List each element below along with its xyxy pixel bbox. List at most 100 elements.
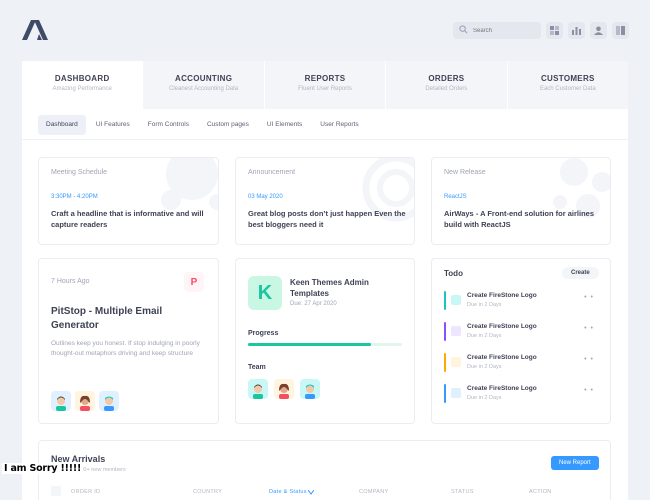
- tab-sublabel: Cleanest Accounting Data: [169, 86, 239, 92]
- tab-sublabel: Detailed Orders: [425, 86, 468, 92]
- chart-button[interactable]: [568, 22, 585, 39]
- team-avatar[interactable]: [248, 379, 268, 399]
- card-time: 7 Hours Ago: [51, 278, 90, 285]
- tab-label: DASHBOARD: [54, 74, 110, 83]
- layout-icon: [616, 26, 625, 35]
- person-icon: [56, 396, 66, 411]
- todo-color-bar: [444, 353, 446, 372]
- column-order-id[interactable]: ORDER ID: [71, 489, 100, 495]
- todo-item-due: Due in 2 Days: [467, 302, 502, 308]
- pitstop-logo: P: [184, 272, 204, 292]
- tab-orders[interactable]: ORDERS Detailed Orders: [386, 61, 508, 109]
- progress-label: Progress: [248, 330, 279, 337]
- team-avatar[interactable]: [274, 379, 294, 399]
- person-icon: [80, 395, 90, 411]
- subnav-dashboard[interactable]: Dashboard: [38, 115, 86, 135]
- tab-sublabel: Amazing Performance: [52, 86, 112, 92]
- todo-item-title: Create FireStone Logo: [467, 385, 537, 392]
- todo-item-due: Due in 2 Days: [467, 395, 502, 401]
- avatar[interactable]: [51, 391, 71, 411]
- grid-button[interactable]: [546, 22, 563, 39]
- project-card[interactable]: K Keen Themes Admin Templates Due: 27 Ap…: [235, 258, 415, 424]
- project-logo-letter: K: [257, 281, 273, 304]
- card-time: 3:30PM - 4:20PM: [51, 194, 98, 200]
- person-icon: [279, 383, 289, 399]
- subnav-custom-pages[interactable]: Custom pages: [199, 115, 257, 135]
- person-icon: [104, 396, 114, 411]
- layout-button[interactable]: [612, 22, 629, 39]
- card-headline[interactable]: Great blog posts don’t just happen Even …: [248, 208, 408, 230]
- new-report-button[interactable]: New Report: [551, 456, 599, 470]
- todo-checkbox[interactable]: [451, 295, 461, 305]
- todo-item[interactable]: Create FireStone Logo Due in 2 Days • •: [444, 321, 598, 345]
- card-date: 03 May 2020: [248, 194, 283, 200]
- column-action[interactable]: ACTION: [529, 489, 552, 495]
- todo-color-bar: [444, 291, 446, 310]
- todo-checkbox[interactable]: [451, 388, 461, 398]
- select-all-checkbox[interactable]: [51, 486, 61, 496]
- project-logo: K: [248, 276, 282, 310]
- todo-checkbox[interactable]: [451, 357, 461, 367]
- pitstop-card[interactable]: 7 Hours Ago P PitStop - Multiple Email G…: [38, 258, 219, 424]
- tab-label: CUSTOMERS: [540, 74, 595, 83]
- more-icon[interactable]: • •: [584, 356, 594, 363]
- todo-item[interactable]: Create FireStone Logo Due in 2 Days • •: [444, 352, 598, 376]
- release-card[interactable]: New Release ReactJS AirWays - A Front-en…: [431, 157, 611, 245]
- tab-label: ACCOUNTING: [175, 74, 233, 83]
- tab-sublabel: Each Customer Data: [539, 86, 596, 92]
- todo-item-due: Due in 2 Days: [467, 333, 502, 339]
- tab-dashboard[interactable]: DASHBOARD Amazing Performance: [22, 61, 144, 109]
- project-title[interactable]: Keen Themes Admin Templates: [290, 277, 405, 299]
- subnav-ui-features[interactable]: UI Features: [88, 115, 138, 135]
- create-todo-button[interactable]: Create: [562, 267, 599, 279]
- top-bar: [0, 0, 650, 60]
- tab-label: ORDERS: [428, 74, 465, 83]
- column-company[interactable]: COMPANY: [359, 489, 389, 495]
- todo-item[interactable]: Create FireStone Logo Due in 2 Days • •: [444, 290, 598, 314]
- pitstop-logo-letter: P: [190, 276, 198, 288]
- chart-icon: [572, 27, 581, 35]
- column-status[interactable]: STATUS: [451, 489, 474, 495]
- more-icon[interactable]: • •: [584, 325, 594, 332]
- sub-navigation: Dashboard UI Features Form Controls Cust…: [38, 115, 369, 135]
- search-input[interactable]: [473, 24, 537, 37]
- tab-customers[interactable]: CUSTOMERS Each Customer Data: [508, 61, 628, 109]
- subnav-ui-elements[interactable]: UI Elements: [259, 115, 310, 135]
- progress-bar: [248, 343, 402, 346]
- card-headline[interactable]: AirWays - A Front-end solution for airli…: [444, 208, 604, 230]
- todo-title: Todo: [444, 269, 463, 278]
- announcement-card[interactable]: Announcement 03 May 2020 Great blog post…: [235, 157, 415, 245]
- column-country[interactable]: COUNTRY: [193, 489, 222, 495]
- user-button[interactable]: [590, 22, 607, 39]
- overlay-caption: I am Sorry !!!!!: [2, 463, 84, 474]
- subnav-form-controls[interactable]: Form Controls: [140, 115, 197, 135]
- search-box[interactable]: [453, 22, 541, 39]
- user-icon: [594, 26, 603, 35]
- meeting-card[interactable]: Meeting Schedule 3:30PM - 4:20PM Craft a…: [38, 157, 219, 245]
- column-date-status[interactable]: Date & Status: [269, 489, 307, 495]
- todo-item[interactable]: Create FireStone Logo Due in 2 Days • •: [444, 383, 598, 407]
- card-label: New Release: [444, 169, 486, 176]
- divider: [22, 139, 628, 140]
- person-icon: [253, 384, 263, 399]
- avatar[interactable]: [99, 391, 119, 411]
- subnav-user-reports[interactable]: User Reports: [312, 115, 366, 135]
- project-due: Due: 27 Apr 2020: [290, 301, 337, 307]
- person-icon: [305, 384, 315, 399]
- todo-item-title: Create FireStone Logo: [467, 354, 537, 361]
- todo-checkbox[interactable]: [451, 326, 461, 336]
- search-icon: [459, 25, 468, 34]
- card-headline[interactable]: Craft a headline that is informative and…: [51, 208, 211, 230]
- todo-item-title: Create FireStone Logo: [467, 292, 537, 299]
- card-label: Announcement: [248, 169, 296, 176]
- tab-accounting[interactable]: ACCOUNTING Cleanest Accounting Data: [143, 61, 265, 109]
- team-avatar[interactable]: [300, 379, 320, 399]
- more-icon[interactable]: • •: [584, 387, 594, 394]
- pitstop-title[interactable]: PitStop - Multiple Email Generator: [51, 305, 201, 333]
- todo-card: Todo Create Create FireStone Logo Due in…: [431, 258, 611, 424]
- brand-logo[interactable]: [22, 20, 48, 40]
- card-label: Meeting Schedule: [51, 169, 108, 176]
- more-icon[interactable]: • •: [584, 294, 594, 301]
- tab-reports[interactable]: REPORTS Fluent User Reports: [265, 61, 387, 109]
- avatar[interactable]: [75, 391, 95, 411]
